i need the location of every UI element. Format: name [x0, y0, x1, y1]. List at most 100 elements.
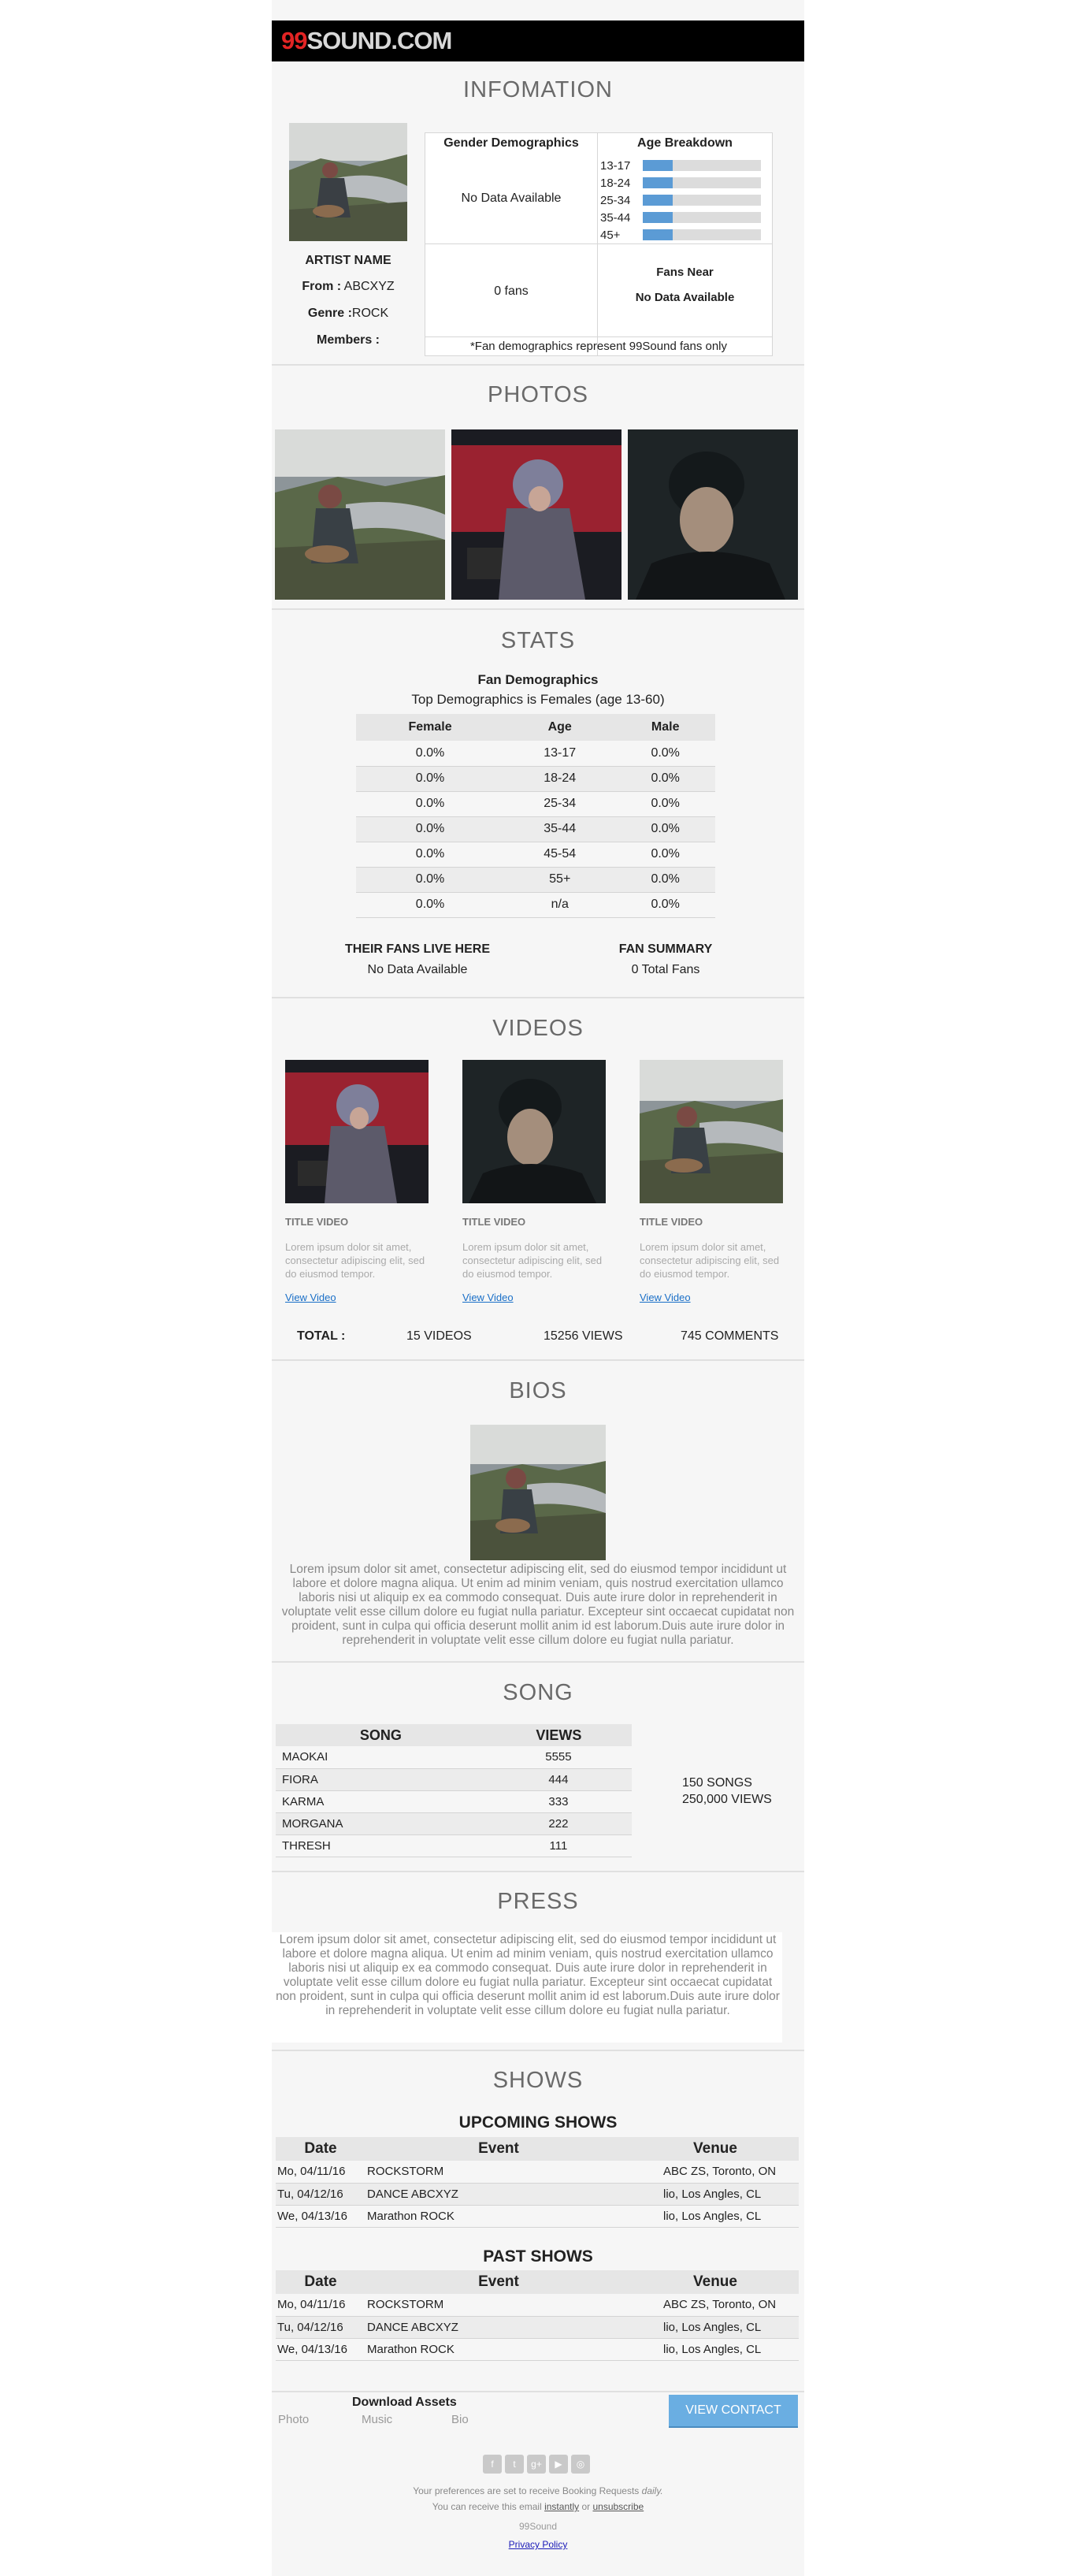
column-header: Female [408, 720, 452, 734]
section-title-stats: STATS [500, 628, 576, 653]
fan-summary-heading: FAN SUMMARY [618, 942, 713, 956]
logo[interactable]: 99SOUND.COM [281, 27, 452, 55]
view-video-link[interactable]: View Video [285, 1292, 431, 1303]
table-cell: Mo, 04/11/16 [277, 2165, 346, 2179]
video-card: TITLE VIDEO Lorem ipsum dolor sit amet, … [285, 1060, 431, 1303]
table-row: 0.0% 25-34 0.0% [356, 791, 715, 816]
video-thumbnail[interactable] [640, 1060, 783, 1203]
table-cell: 0.0% [651, 898, 680, 911]
video-thumbnail[interactable] [285, 1060, 429, 1203]
privacy-policy-link[interactable]: Privacy Policy [272, 2539, 804, 2550]
video-card: TITLE VIDEO Lorem ipsum dolor sit amet, … [640, 1060, 785, 1303]
column-header: Event [478, 2140, 519, 2157]
video-thumbnail[interactable] [462, 1060, 606, 1203]
table-cell: 18-24 [544, 771, 577, 785]
fan-summary-value: 0 Total Fans [631, 963, 700, 976]
section-title-videos: VIDEOS [492, 1016, 584, 1041]
gallery-photo[interactable] [275, 429, 445, 600]
age-label: 13-17 [600, 158, 631, 173]
age-row: 35-44 [600, 209, 766, 226]
artist-photo [289, 123, 407, 241]
table-cell: 0.0% [415, 771, 445, 785]
table-row: 0.0% 35-44 0.0% [356, 816, 715, 842]
demographics-table: Female Age Male 0.0% 13-17 0.0% 0.0% 18-24 0.… [356, 714, 715, 918]
press-text: Lorem ipsum dolor sit amet, consectetur … [276, 1933, 780, 2017]
youtube-icon[interactable]: ▶ [549, 2455, 568, 2474]
table-cell: 0.0% [415, 822, 445, 835]
preferences-text: Your preferences are set to receive Book… [413, 2485, 663, 2496]
table-cell: lio, Los Angles, CL [663, 2320, 762, 2334]
song-summary-views: 250,000 VIEWS [682, 1793, 772, 1806]
view-contact-button[interactable]: VIEW CONTACT [669, 2395, 798, 2428]
section-title-shows: SHOWS [492, 2068, 584, 2093]
table-cell: DANCE ABCXYZ [367, 2320, 458, 2334]
view-video-link[interactable]: View Video [462, 1292, 608, 1303]
section-divider [272, 1871, 804, 1872]
column-header: Male [651, 720, 680, 734]
twitter-icon[interactable]: t [505, 2455, 524, 2474]
instantly-link[interactable]: instantly [544, 2501, 579, 2512]
table-cell: 444 [548, 1772, 569, 1786]
table-row: 0.0% 45-54 0.0% [356, 842, 715, 867]
table-cell: 35-44 [544, 822, 577, 835]
table-row: Mo, 04/11/16 ROCKSTORM ABC ZS, Toronto, ON [276, 2294, 799, 2316]
column-header: Venue [693, 2140, 737, 2157]
demographics-note: *Fan demographics represent 99Sound fans… [469, 340, 728, 353]
past-shows-title: PAST SHOWS [483, 2247, 593, 2266]
table-cell: KARMA [282, 1794, 325, 1808]
facebook-icon[interactable]: f [483, 2455, 502, 2474]
age-bar-fill [643, 177, 673, 188]
instagram-icon[interactable]: ◎ [571, 2455, 590, 2474]
gallery-photo[interactable] [451, 429, 621, 600]
gender-value: No Data Available [461, 191, 562, 205]
video-description: Lorem ipsum dolor sit amet, consectetur … [640, 1241, 780, 1280]
column-header: VIEWS [536, 1727, 582, 1743]
column-header: Age [547, 720, 572, 734]
upcoming-shows-title: UPCOMING SHOWS [458, 2113, 618, 2132]
table-cell: 0.0% [651, 745, 680, 760]
section-title-song: SONG [503, 1680, 573, 1705]
unsubscribe-link[interactable]: unsubscribe [592, 2501, 644, 2512]
fans-live-value: No Data Available [367, 963, 468, 976]
section-divider [272, 997, 804, 998]
gender-heading: Gender Demographics [443, 136, 579, 150]
view-video-link[interactable]: View Video [640, 1292, 785, 1303]
table-cell: THRESH [282, 1838, 331, 1853]
age-bar-track [643, 160, 761, 171]
total-videos: 15 VIDEOS [406, 1329, 472, 1343]
age-bar-track [643, 195, 761, 206]
age-label: 25-34 [600, 193, 631, 207]
table-row: Tu, 04/12/16 DANCE ABCXYZ lio, Los Angles,… [276, 2316, 799, 2338]
column-header: Date [304, 2140, 337, 2157]
gallery-photo[interactable] [628, 429, 798, 600]
artist-members: Members : [316, 333, 380, 347]
table-cell: Marathon ROCK [367, 2209, 455, 2223]
section-divider [272, 2391, 804, 2392]
google-plus-icon[interactable]: g+ [527, 2455, 546, 2474]
demographics-box: Gender Demographics No Data Available Ag… [425, 132, 773, 356]
bio-text: Lorem ipsum dolor sit amet, consectetur … [281, 1563, 795, 1647]
table-row: 0.0% n/a 0.0% [356, 892, 715, 917]
table-cell: Tu, 04/12/16 [277, 2320, 343, 2334]
download-bio-link[interactable]: Bio [451, 2413, 469, 2426]
table-cell: ABC ZS, Toronto, ON [663, 2298, 777, 2312]
age-label: 18-24 [600, 176, 631, 190]
table-cell: 111 [549, 1838, 568, 1853]
past-shows-table: Date Event Venue Mo, 04/11/16 ROCKSTORM AB… [276, 2270, 799, 2361]
table-row: THRESH 111 [276, 1834, 632, 1857]
section-divider [272, 608, 804, 610]
download-photo-link[interactable]: Photo [278, 2413, 309, 2426]
receive-text: You can receive this email instantly or … [432, 2501, 644, 2512]
download-music-link[interactable]: Music [362, 2413, 392, 2426]
fans-near-heading: Fans Near [656, 266, 714, 279]
table-cell: 0.0% [415, 745, 445, 760]
fans-near-value: No Data Available [635, 291, 735, 304]
age-row: 13-17 [600, 157, 766, 174]
section-divider [272, 2050, 804, 2051]
age-bar-fill [643, 195, 673, 206]
table-cell: 0.0% [415, 898, 445, 911]
section-title-information: INFOMATION [463, 77, 613, 102]
artist-name: ARTIST NAME [305, 254, 391, 267]
total-label: TOTAL : [297, 1329, 346, 1343]
table-cell: n/a [551, 898, 569, 911]
